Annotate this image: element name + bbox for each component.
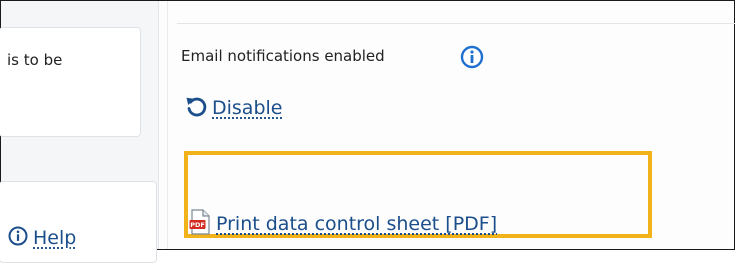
left-help-card: Help: [0, 181, 157, 263]
print-data-control-sheet-label: Print data control sheet [PDF]: [216, 213, 498, 235]
column-divider-inner: [167, 1, 168, 249]
disable-label: Disable: [212, 97, 283, 119]
email-notifications-label: Email notifications enabled: [181, 47, 385, 65]
help-link-label: Help: [33, 227, 77, 249]
left-column: is to be Help: [0, 1, 158, 263]
info-icon: [8, 226, 28, 250]
svg-text:PDF: PDF: [190, 221, 205, 229]
column-divider: [158, 1, 159, 249]
disable-button[interactable]: Disable: [184, 94, 282, 122]
left-info-card: is to be: [0, 27, 141, 137]
section-divider: [177, 23, 735, 24]
help-link[interactable]: Help: [8, 226, 76, 250]
info-icon[interactable]: [460, 45, 484, 73]
pdf-icon: PDF: [189, 209, 211, 239]
left-card-text: is to be: [7, 51, 63, 69]
window-frame: is to be Help Email notifications enable…: [0, 0, 735, 263]
print-data-control-sheet-link[interactable]: PDF Print data control sheet [PDF]: [189, 209, 497, 239]
undo-icon: [184, 94, 208, 122]
